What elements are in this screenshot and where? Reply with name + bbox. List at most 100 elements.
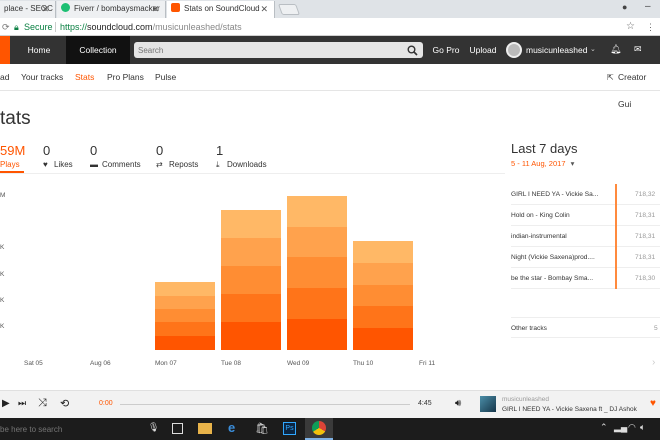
bar-segment[interactable] [353, 328, 413, 350]
repeat-icon[interactable]: ⟲ [60, 397, 69, 410]
metric-reposts[interactable]: 0 ⇄ Reposts [156, 143, 206, 173]
bar-segment[interactable] [155, 282, 215, 296]
chevron-up-icon[interactable]: ⌃ [600, 422, 608, 433]
network-icon[interactable]: ▂▄ [614, 422, 627, 433]
x-tick-label: Sat 05 [24, 360, 43, 367]
bar-segment[interactable] [221, 238, 281, 266]
task-view-icon[interactable] [172, 423, 183, 434]
time-total: 4:45 [418, 400, 432, 407]
soundcloud-logo-icon[interactable] [0, 36, 10, 64]
search-input[interactable] [138, 43, 398, 57]
photoshop-icon[interactable]: Ps [283, 422, 296, 435]
username-menu[interactable]: musicunleashed [526, 36, 592, 64]
subnav-your-tracks[interactable]: Your tracks [21, 64, 63, 91]
track-artwork[interactable] [480, 396, 496, 412]
bar-segment[interactable] [221, 266, 281, 294]
wifi-icon[interactable]: ◠ [628, 422, 636, 433]
bar-segment[interactable] [221, 294, 281, 322]
messages-icon[interactable]: ✉ [634, 44, 642, 55]
speaker-icon[interactable]: 🔈︎ [640, 422, 645, 433]
bar-segment[interactable] [155, 296, 215, 309]
bar-segment[interactable] [221, 210, 281, 238]
bar-segment[interactable] [353, 241, 413, 263]
shuffle-icon[interactable]: ⤨ [38, 397, 47, 410]
subnav-dashboard[interactable]: ad [0, 64, 9, 91]
track-row[interactable]: indian-instrumental 718,31 [511, 226, 660, 247]
chart-top-divider [0, 173, 505, 174]
store-icon[interactable]: 🛍︎ [255, 422, 269, 435]
player-artist[interactable]: musicunleashed [502, 396, 549, 403]
microphone-icon[interactable]: 🎙︎ [148, 422, 159, 433]
volume-icon[interactable]: 🔊︎ [455, 398, 461, 409]
edge-browser-icon[interactable]: e [228, 420, 235, 435]
tab-fiverr[interactable]: Fiverr / bombaysmacker ✕ [57, 1, 166, 18]
url-field[interactable]: https://soundcloud.com/musicunleashed/st… [60, 18, 242, 36]
address-bar: ⟳ 🔒︎ Secure https://soundcloud.com/music… [0, 18, 660, 36]
comments-value: 0 [90, 143, 98, 158]
go-pro-link[interactable]: Go Pro [430, 36, 462, 64]
bar-segment[interactable] [155, 322, 215, 336]
close-icon[interactable]: ✕ [260, 1, 268, 17]
track-row[interactable]: be the star - Bombay Sma... 718,30 [511, 268, 660, 289]
windows-taskbar: 🎙︎ e 🛍︎ Ps ⌃ ▂▄ ◠ 🔈︎ [0, 418, 660, 440]
close-icon[interactable]: ✕ [41, 1, 49, 17]
tab-seoc[interactable]: place - SEOC ✕ [0, 1, 56, 18]
bar-segment[interactable] [353, 306, 413, 328]
metric-downloads[interactable]: 1 ⤓ Downloads [216, 143, 276, 173]
skip-next-icon[interactable]: ⏭︎ [18, 398, 26, 409]
bookmark-star-icon[interactable]: ☆ [626, 18, 635, 36]
search-icon[interactable] [407, 45, 418, 56]
track-row[interactable]: Hold on - King Colin 718,31 [511, 205, 660, 226]
subnav-pulse[interactable]: Pulse [155, 64, 176, 91]
upload-link[interactable]: Upload [466, 36, 500, 64]
tab-label: Stats on SoundCloud [184, 4, 260, 13]
chevron-down-icon[interactable]: ⌄ [590, 45, 596, 53]
minimize-icon[interactable]: – [645, 1, 651, 12]
x-tick-label: Mon 07 [155, 360, 177, 367]
subnav-stats[interactable]: Stats [75, 64, 94, 91]
bar-segment[interactable] [287, 227, 347, 257]
play-icon[interactable]: ▶ [2, 398, 10, 409]
soundcloud-favicon-icon [171, 3, 180, 12]
taskbar-search-input[interactable] [0, 420, 160, 438]
chevron-right-icon[interactable]: › [652, 357, 655, 368]
metric-comments[interactable]: 0 ▬ Comments [90, 143, 145, 173]
bar-segment[interactable] [353, 285, 413, 306]
tab-soundcloud-stats[interactable]: Stats on SoundCloud ✕ [167, 1, 275, 18]
metric-likes[interactable]: 0 ♥ Likes [43, 143, 83, 173]
range-dropdown[interactable]: 5 - 11 Aug, 2017 ▾ [511, 159, 574, 168]
x-tick-label: Aug 06 [90, 360, 111, 367]
bar-segment[interactable] [155, 336, 215, 350]
file-explorer-icon[interactable] [198, 423, 212, 434]
track-row[interactable]: Night (Vickie Saxena)prod.... 718,31 [511, 247, 660, 268]
bar-segment[interactable] [155, 309, 215, 322]
bar-segment[interactable] [221, 322, 281, 350]
reload-icon[interactable]: ⟳ [2, 18, 10, 36]
player-title[interactable]: GIRL I NEED YA - Vickie Saxena ft _ DJ A… [502, 406, 637, 413]
track-row[interactable]: GIRL I NEED YA - Vickie Sa... 718,32 [511, 184, 660, 205]
home-nav-button[interactable]: Home [16, 36, 62, 64]
like-heart-icon[interactable]: ♥ [650, 398, 656, 409]
subnav-pro-plans[interactable]: Pro Plans [107, 64, 144, 91]
other-tracks-row[interactable]: Other tracks 5 [511, 317, 660, 338]
profile-icon[interactable]: ● [622, 2, 627, 12]
bar-segment[interactable] [287, 319, 347, 350]
bar-segment[interactable] [353, 263, 413, 285]
bar-segment[interactable] [287, 257, 347, 288]
collection-nav-button[interactable]: Collection [66, 36, 130, 64]
bar-segment[interactable] [287, 288, 347, 319]
metric-plays[interactable]: 59M Plays [0, 143, 30, 173]
avatar[interactable] [506, 42, 522, 58]
bar-segment[interactable] [287, 196, 347, 227]
new-tab-button[interactable] [277, 4, 301, 15]
menu-dots-icon[interactable]: ⋮ [646, 18, 655, 36]
track-plays: 718,31 [635, 233, 656, 240]
playback-bar: ▶ ⏭︎ ⤨ ⟲ 0:00 4:45 🔊︎ musicunleashed GIR… [0, 390, 660, 418]
progress-track[interactable] [120, 404, 410, 405]
downloads-value: 1 [216, 143, 224, 158]
tab-label: Fiverr / bombaysmacker [74, 4, 160, 13]
close-icon[interactable]: ✕ [151, 1, 159, 17]
creator-guide-link[interactable]: Creator Gui [618, 64, 660, 109]
track-plays: 718,31 [635, 212, 656, 219]
bell-icon[interactable]: 🔔︎ [610, 44, 621, 55]
